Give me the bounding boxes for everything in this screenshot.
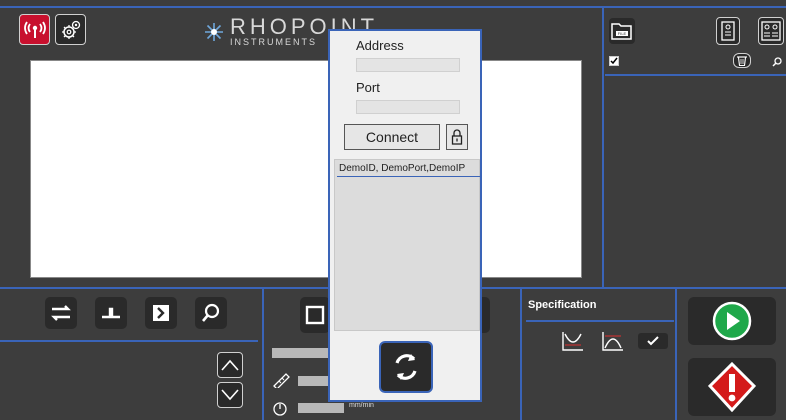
specification-label: Specification bbox=[528, 299, 597, 311]
file-folder-icon: FILE bbox=[611, 23, 632, 40]
alert-icon bbox=[708, 362, 756, 412]
right-panel-divider bbox=[605, 74, 786, 76]
peak-curve-icon bbox=[602, 332, 623, 351]
report-button[interactable] bbox=[716, 17, 740, 45]
delete-button[interactable] bbox=[733, 53, 751, 68]
spec-enable-toggle[interactable] bbox=[638, 333, 668, 349]
speed-field[interactable] bbox=[298, 403, 344, 413]
ruler-icon bbox=[272, 372, 292, 390]
lock-icon bbox=[451, 129, 463, 145]
zoom-small-button[interactable] bbox=[771, 55, 783, 67]
file-button[interactable]: FILE bbox=[609, 18, 635, 44]
magnifier-icon bbox=[772, 57, 782, 67]
file-checkbox[interactable] bbox=[609, 56, 619, 66]
sample-name-field[interactable] bbox=[272, 348, 330, 358]
fit-button[interactable] bbox=[145, 297, 177, 329]
settings-button[interactable] bbox=[55, 14, 86, 45]
swap-button[interactable] bbox=[45, 297, 77, 329]
magnifier-icon bbox=[202, 303, 220, 322]
spec-curve-max-button[interactable] bbox=[601, 330, 625, 352]
fit-icon bbox=[153, 305, 169, 321]
swap-arrows-icon bbox=[51, 305, 71, 321]
chevron-down-icon bbox=[221, 389, 239, 401]
zoom-button[interactable] bbox=[195, 297, 227, 329]
app-window: RHOPOINT INSTRUMENTS FILE mm/min Specifi… bbox=[0, 0, 786, 420]
device-list-item[interactable]: DemoID, DemoPort,DemoIP bbox=[337, 162, 481, 177]
refresh-icon bbox=[395, 354, 417, 380]
gear-icon bbox=[61, 20, 80, 39]
report-icon bbox=[721, 21, 735, 41]
play-icon bbox=[712, 301, 752, 341]
port-label: Port bbox=[356, 80, 380, 95]
alert-button[interactable] bbox=[688, 358, 776, 416]
checkmark-icon bbox=[647, 336, 659, 346]
port-input[interactable] bbox=[356, 100, 460, 114]
starburst-logo-icon bbox=[205, 23, 223, 41]
valley-curve-icon bbox=[562, 332, 583, 351]
spec-curve-min-button[interactable] bbox=[561, 330, 585, 352]
device-list[interactable]: DemoID, DemoPort,DemoIP bbox=[334, 159, 481, 331]
bottom-left-border bbox=[262, 289, 264, 420]
start-measurement-button[interactable] bbox=[688, 297, 776, 345]
step-icon bbox=[102, 307, 120, 319]
connection-dialog: Address Port Connect DemoID, DemoPort,De… bbox=[328, 29, 482, 402]
spec-divider bbox=[526, 320, 674, 322]
connection-button[interactable] bbox=[19, 14, 50, 45]
refresh-button[interactable] bbox=[379, 341, 433, 393]
step-button[interactable] bbox=[95, 297, 127, 329]
address-label: Address bbox=[356, 38, 404, 53]
top-frame-line bbox=[0, 6, 786, 8]
bottom-middle-border bbox=[520, 289, 522, 420]
trash-icon bbox=[737, 56, 747, 66]
connect-button[interactable]: Connect bbox=[344, 124, 440, 150]
lock-button[interactable] bbox=[446, 124, 468, 150]
bottom-right-border bbox=[675, 289, 677, 420]
checkmark-icon bbox=[610, 57, 618, 65]
scroll-down-button[interactable] bbox=[217, 382, 243, 408]
antenna-icon bbox=[23, 21, 46, 38]
speed-gauge-icon bbox=[272, 400, 288, 416]
svg-text:FILE: FILE bbox=[618, 31, 627, 36]
right-panel-border bbox=[602, 6, 604, 287]
report-compare-icon bbox=[761, 21, 781, 41]
left-panel-divider bbox=[0, 340, 258, 342]
scroll-up-button[interactable] bbox=[217, 352, 243, 378]
measurement-display-panel bbox=[30, 60, 582, 278]
speed-unit-label: mm/min bbox=[349, 402, 374, 409]
chevron-up-icon bbox=[221, 359, 239, 371]
address-input[interactable] bbox=[356, 58, 460, 72]
measure-button[interactable] bbox=[300, 297, 330, 333]
edit-box-icon bbox=[305, 305, 325, 325]
report-compare-button[interactable] bbox=[758, 17, 784, 45]
distance-field[interactable] bbox=[298, 376, 330, 386]
